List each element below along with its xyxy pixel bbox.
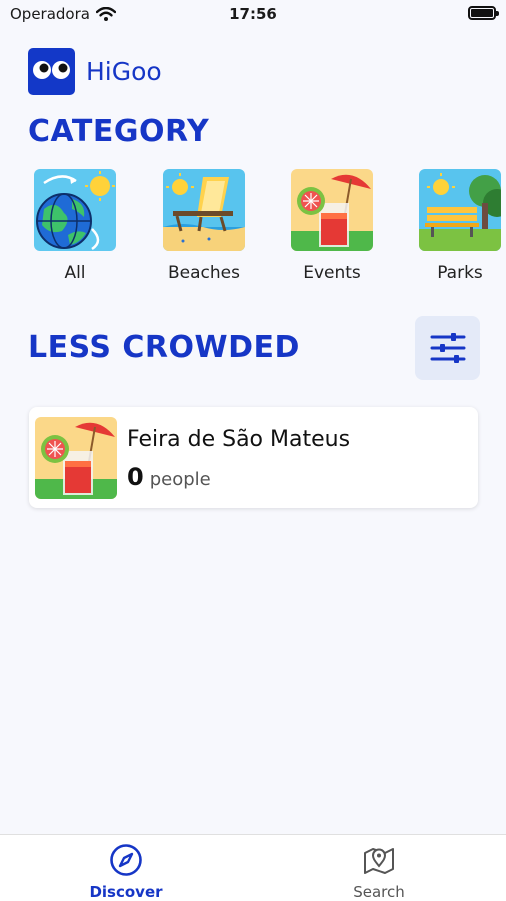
category-label: Parks (437, 263, 483, 283)
filter-button[interactable] (415, 316, 480, 380)
tab-search[interactable]: Search (319, 843, 439, 901)
people-count: 0 people (127, 463, 211, 491)
tab-label: Discover (89, 883, 163, 901)
status-bar: Operadora 17:56 (0, 0, 506, 30)
status-time: 17:56 (229, 5, 277, 23)
drink-umbrella-illustration (291, 169, 373, 251)
place-card[interactable]: Feira de São Mateus 0 people (29, 407, 478, 508)
place-name: Feira de São Mateus (127, 427, 351, 452)
category-item-all[interactable]: All (34, 169, 134, 289)
category-label: Beaches (168, 263, 240, 283)
app-header: HiGoo (28, 48, 162, 95)
tab-bar: Discover Search (0, 834, 506, 901)
category-title: CATEGORY (28, 114, 210, 149)
category-list: All Beaches Events Parks (34, 169, 506, 289)
sliders-icon (430, 333, 465, 363)
drink-umbrella-illustration (35, 417, 117, 499)
app-name: HiGoo (86, 57, 162, 86)
compass-icon (110, 844, 142, 876)
people-count-value: 0 (127, 463, 144, 491)
tab-label: Search (353, 883, 405, 901)
category-label: Events (303, 263, 361, 283)
less-crowded-title: LESS CROWDED (28, 330, 300, 365)
people-count-unit: people (149, 469, 211, 490)
category-item-parks[interactable]: Parks (419, 169, 506, 283)
app-logo (28, 48, 75, 95)
map-pin-icon (364, 848, 394, 874)
battery-icon (468, 6, 499, 20)
globe-illustration (34, 169, 116, 251)
park-bench-illustration (419, 169, 501, 251)
category-item-beaches[interactable]: Beaches (163, 169, 263, 283)
beach-illustration (163, 169, 245, 251)
tab-discover[interactable]: Discover (66, 843, 186, 901)
category-item-events[interactable]: Events (291, 169, 391, 283)
category-label: All (64, 263, 86, 283)
